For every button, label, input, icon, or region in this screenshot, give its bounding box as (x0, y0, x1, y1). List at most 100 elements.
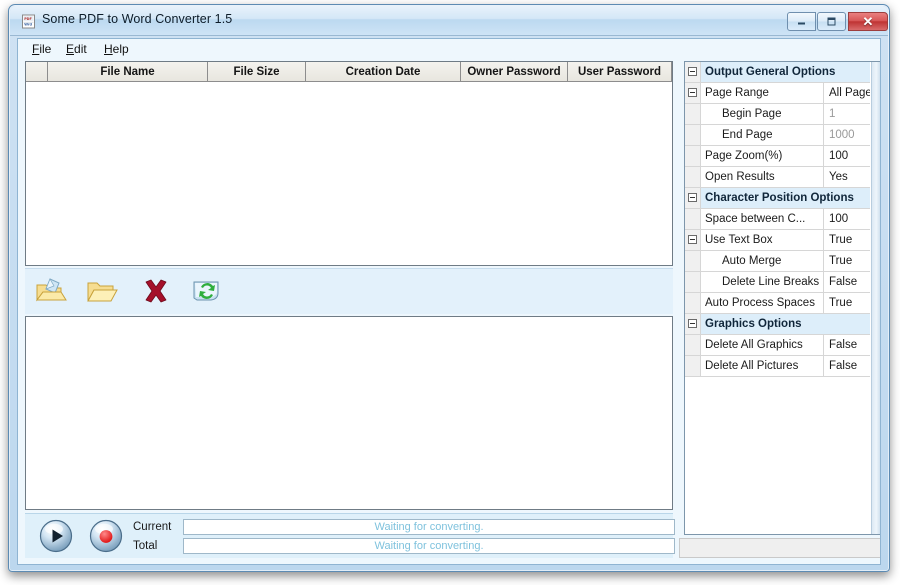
current-progress-bar: Waiting for converting. (183, 519, 675, 535)
property-grid[interactable]: Output General Options Page RangeAll Page… (684, 61, 880, 535)
property-row[interactable]: Delete All Pictures False (685, 356, 870, 377)
property-row[interactable]: End Page 1000 (685, 125, 870, 146)
property-gutter (685, 146, 701, 166)
property-gutter (685, 167, 701, 187)
preview-pane[interactable] (25, 316, 673, 510)
property-gutter (685, 314, 701, 334)
property-value[interactable]: 100 (825, 209, 870, 229)
property-row[interactable]: Begin Page 1 (685, 104, 870, 125)
collapse-expander-icon[interactable] (688, 319, 697, 328)
property-category-row[interactable]: Output General Options (685, 62, 870, 83)
property-grid-rows: Output General Options Page RangeAll Page… (685, 62, 870, 534)
file-list-header: File Name File Size Creation Date Owner Pas… (26, 62, 672, 82)
file-list-column-header[interactable] (26, 62, 48, 81)
property-value[interactable]: False (825, 272, 870, 292)
property-name: End Page (702, 125, 824, 145)
svg-text:PDF: PDF (24, 17, 32, 21)
left-column: File Name File Size Creation Date Owner Pas… (25, 61, 675, 558)
property-value[interactable]: 1 (825, 104, 870, 124)
property-value[interactable]: All Pages (825, 83, 870, 103)
property-gutter (685, 293, 701, 313)
property-value[interactable]: True (825, 251, 870, 271)
add-folder-button[interactable] (85, 274, 121, 310)
client-area: File Edit Help File Name File Size Creatio… (17, 38, 881, 565)
property-value[interactable]: False (825, 356, 870, 376)
property-row[interactable]: Auto Merge True (685, 251, 870, 272)
collapse-expander-icon[interactable] (688, 88, 697, 97)
svg-text:Wrd: Wrd (24, 22, 32, 26)
collapse-expander-icon[interactable] (688, 67, 697, 76)
property-name: Page Range (702, 83, 824, 103)
file-list-grid[interactable]: File Name File Size Creation Date Owner Pas… (25, 61, 673, 266)
property-gutter (685, 251, 701, 271)
title-bar[interactable]: PDF Wrd Some PDF to Word Converter 1.5 ✕ (10, 6, 888, 36)
add-file-button[interactable] (33, 274, 69, 310)
property-name: Delete Line Breaks (702, 272, 824, 292)
property-row[interactable]: Open Results Yes (685, 167, 870, 188)
property-category-row[interactable]: Graphics Options (685, 314, 870, 335)
file-list-column-header[interactable]: Creation Date (306, 62, 461, 81)
property-gutter (685, 272, 701, 292)
property-value[interactable]: False (825, 335, 870, 355)
property-row[interactable]: Delete All Graphics False (685, 335, 870, 356)
close-button[interactable]: ✕ (848, 12, 888, 31)
pdf-to-word-icon: PDF Wrd (21, 14, 36, 29)
property-value[interactable]: True (825, 293, 870, 313)
property-value[interactable]: 100 (825, 146, 870, 166)
menu-item-help[interactable]: Help (100, 41, 133, 57)
file-list-column-header[interactable]: File Size (208, 62, 306, 81)
menu-bar: File Edit Help (18, 39, 880, 59)
remove-button[interactable] (138, 274, 174, 310)
collapse-expander-icon[interactable] (688, 235, 697, 244)
property-name: Begin Page (702, 104, 824, 124)
property-name: Delete All Graphics (702, 335, 824, 355)
collapse-expander-icon[interactable] (688, 193, 697, 202)
minimize-icon (788, 13, 815, 30)
status-panel: Current Total Waiting for converting. Wa… (25, 513, 675, 558)
property-grid-scrollbar[interactable] (871, 62, 880, 534)
close-icon: ✕ (862, 13, 874, 29)
refresh-button[interactable] (189, 274, 225, 310)
start-convert-button[interactable] (39, 519, 73, 553)
property-gutter (685, 62, 701, 82)
property-name: Open Results (702, 167, 824, 187)
file-list-column-header[interactable]: User Password (568, 62, 672, 81)
property-row[interactable]: Auto Process Spaces True (685, 293, 870, 314)
file-list-column-header[interactable]: Owner Password (461, 62, 568, 81)
property-value[interactable]: True (825, 230, 870, 250)
property-gutter (685, 125, 701, 145)
property-value[interactable]: Yes (825, 167, 870, 187)
menu-item-edit[interactable]: Edit (62, 41, 91, 57)
property-grid-empty-area (685, 377, 870, 534)
total-progress-bar: Waiting for converting. (183, 538, 675, 554)
current-progress-label: Current (133, 521, 172, 533)
property-gutter (685, 356, 701, 376)
current-progress-text: Waiting for converting. (374, 521, 484, 533)
application-window: PDF Wrd Some PDF to Word Converter 1.5 ✕… (8, 4, 890, 572)
property-row[interactable]: Page Zoom(%) 100 (685, 146, 870, 167)
file-list-body[interactable] (26, 82, 672, 265)
property-name: Space between C... (702, 209, 824, 229)
property-name: Character Position Options (705, 192, 854, 204)
property-gutter (685, 209, 701, 229)
property-grid-description-pane (679, 538, 880, 558)
property-name: Delete All Pictures (702, 356, 824, 376)
maximize-icon (818, 13, 845, 30)
minimize-button[interactable] (787, 12, 816, 31)
property-row[interactable]: Page RangeAll Pages (685, 83, 870, 104)
property-value[interactable]: 1000 (825, 125, 870, 145)
window-title: Some PDF to Word Converter 1.5 (42, 12, 233, 26)
menu-item-file[interactable]: File (28, 41, 55, 57)
stop-convert-button[interactable] (89, 519, 123, 553)
property-category-row[interactable]: Character Position Options (685, 188, 870, 209)
property-row[interactable]: Space between C... 100 (685, 209, 870, 230)
property-row[interactable]: Delete Line Breaks False (685, 272, 870, 293)
total-progress-text: Waiting for converting. (374, 540, 484, 552)
property-row[interactable]: Use Text Box True (685, 230, 870, 251)
desktop-background: PDF Wrd Some PDF to Word Converter 1.5 ✕… (0, 0, 900, 585)
property-gutter (685, 188, 701, 208)
maximize-button[interactable] (817, 12, 846, 31)
property-name: Auto Process Spaces (702, 293, 824, 313)
file-list-column-header[interactable]: File Name (48, 62, 208, 81)
property-name: Use Text Box (702, 230, 824, 250)
